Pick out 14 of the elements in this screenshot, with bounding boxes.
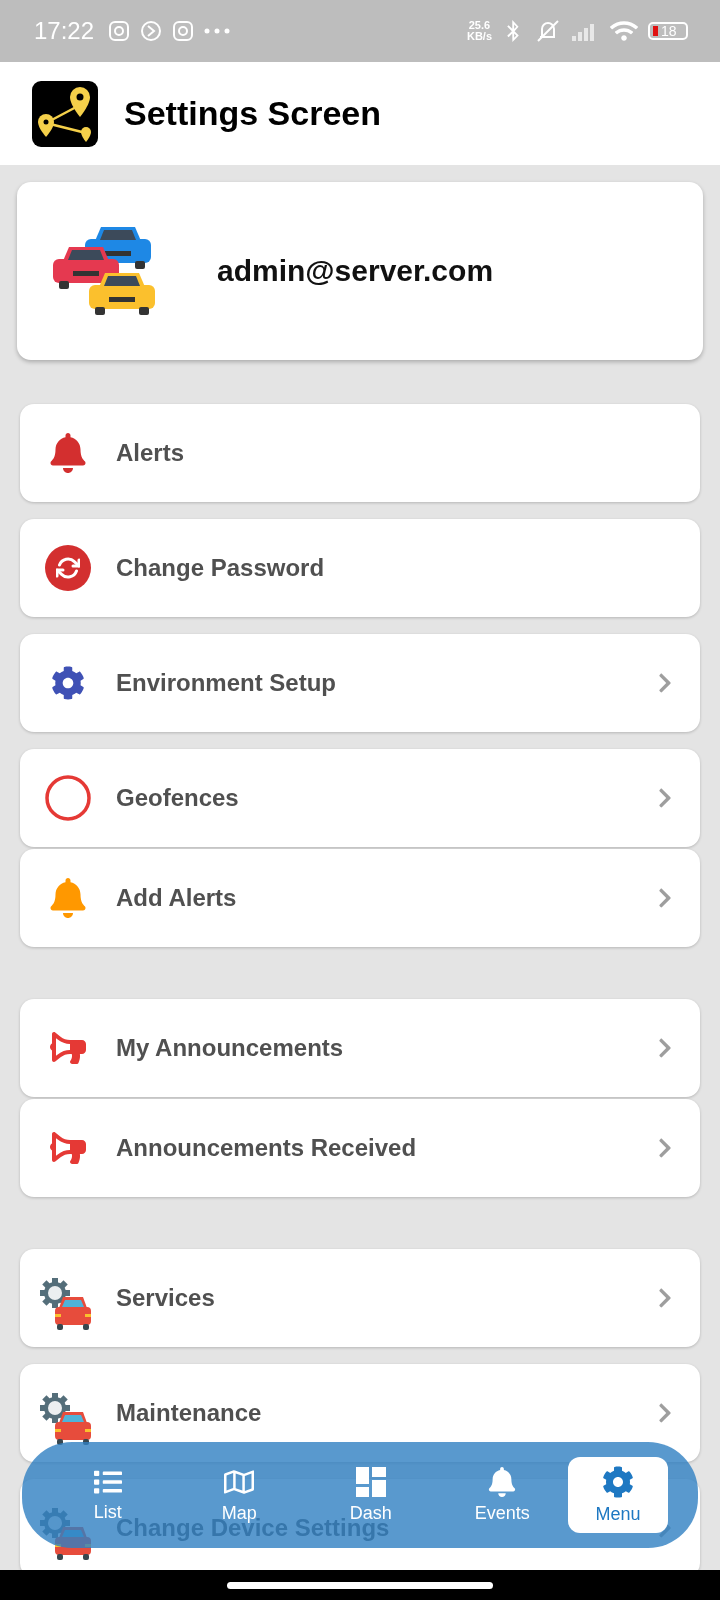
- menu-item[interactable]: Environment Setup: [20, 634, 700, 732]
- nav-tab[interactable]: Menu: [568, 1457, 668, 1533]
- menu-item[interactable]: Change Password: [20, 519, 700, 617]
- network-speed: 25.6 KB/s: [466, 20, 492, 42]
- screen-title: Settings Screen: [124, 94, 381, 133]
- battery-icon: 18: [648, 22, 688, 40]
- menu-item[interactable]: Announcements Received: [20, 1099, 700, 1197]
- menu-item[interactable]: Add Alerts: [20, 849, 700, 947]
- menu-item[interactable]: My Announcements: [20, 999, 700, 1097]
- status-time: 17:22: [34, 17, 95, 45]
- menu-item[interactable]: Geofences: [20, 749, 700, 847]
- menu-item[interactable]: Services: [20, 1249, 700, 1347]
- user-email: admin@server.com: [217, 254, 494, 288]
- menu-item[interactable]: Alerts: [20, 404, 700, 502]
